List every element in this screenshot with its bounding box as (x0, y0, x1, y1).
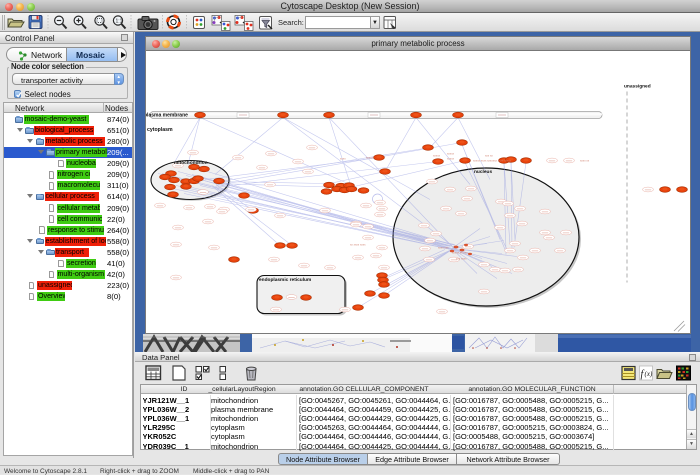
svg-text:xxxx xx: xxxx xx (580, 159, 590, 163)
svg-text:xxx xx: xxx xx (485, 154, 493, 158)
svg-text:(x): (x) (645, 370, 653, 378)
svg-text:nucleus: nucleus (474, 169, 492, 175)
svg-text:xxx xxxx: xxx xxxx (456, 257, 467, 261)
svg-text:xxxx: xxxx (340, 157, 346, 161)
svg-text:mitochondrion: mitochondrion (174, 160, 208, 166)
svg-text:xxxx xxx: xxxx xxx (438, 246, 449, 250)
svg-text:plasma membrane: plasma membrane (146, 113, 188, 119)
svg-text:xxxxx: xxxxx (447, 152, 455, 156)
svg-text:xx xxxx xxxx: xx xxxx xxxx (350, 243, 366, 247)
svg-text:cytoplasm: cytoplasm (147, 127, 173, 133)
svg-text:xxxxx: xxxxx (366, 156, 374, 160)
svg-text:xxxxx xxxx xxxxxxx xxxx xxxxx: xxxxx xxxx xxxxxxx xxxx xxxxx (473, 159, 512, 163)
svg-text:xxxxx: xxxxx (447, 157, 455, 161)
svg-text:xxxxx xx xxx: xxxxx xx xxx (452, 251, 468, 255)
svg-text:unassigned: unassigned (624, 84, 651, 90)
svg-text:endoplasmic reticulum: endoplasmic reticulum (259, 277, 311, 283)
svg-text:xxxxx: xxxxx (433, 154, 441, 158)
svg-text:1:1: 1:1 (116, 19, 123, 25)
